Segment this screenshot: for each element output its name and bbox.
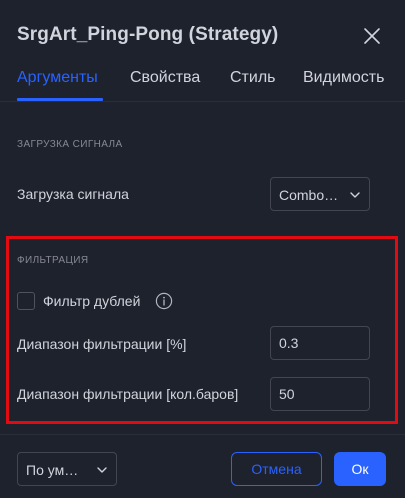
range-percent-label: Диапазон фильтрации [%]: [17, 336, 187, 352]
dialog-title: SrgArt_Ping-Pong (Strategy): [17, 24, 279, 45]
tabs-divider: [0, 101, 405, 102]
section-heading-signal-load: ЗАГРУЗКА СИГНАЛА: [17, 139, 123, 150]
tab-arguments[interactable]: Аргументы: [17, 69, 98, 87]
defaults-select[interactable]: По ум…: [17, 452, 117, 486]
defaults-select-value: По ум…: [26, 462, 79, 478]
tab-properties[interactable]: Свойства: [130, 69, 200, 87]
tab-style[interactable]: Стиль: [230, 69, 276, 87]
tab-visibility[interactable]: Видимость: [303, 69, 384, 87]
duplicate-filter-checkbox[interactable]: [17, 292, 35, 310]
close-icon: [364, 28, 380, 44]
range-bars-input[interactable]: [270, 377, 370, 411]
signal-load-select[interactable]: Combo…: [270, 177, 370, 211]
range-percent-input[interactable]: [270, 326, 370, 360]
close-button[interactable]: [360, 24, 384, 48]
dialog-header: SrgArt_Ping-Pong (Strategy): [0, 0, 405, 60]
duplicate-filter-label: Фильтр дублей: [43, 293, 141, 309]
signal-load-select-value: Combo…: [279, 187, 339, 203]
footer-divider: [0, 434, 405, 435]
section-heading-filter: ФИЛЬТРАЦИЯ: [17, 255, 89, 266]
chevron-down-icon: [97, 467, 107, 473]
chevron-down-icon: [350, 192, 360, 198]
info-icon[interactable]: [155, 292, 173, 310]
tab-bar: Аргументы Свойства Стиль Видимость: [0, 60, 405, 102]
range-bars-label: Диапазон фильтрации [кол.баров]: [17, 386, 239, 402]
indicator-settings-dialog: SrgArt_Ping-Pong (Strategy) Аргументы Св…: [0, 0, 405, 498]
ok-button[interactable]: Ок: [334, 452, 386, 486]
signal-load-label: Загрузка сигнала: [17, 186, 129, 202]
cancel-button[interactable]: Отмена: [231, 452, 322, 486]
